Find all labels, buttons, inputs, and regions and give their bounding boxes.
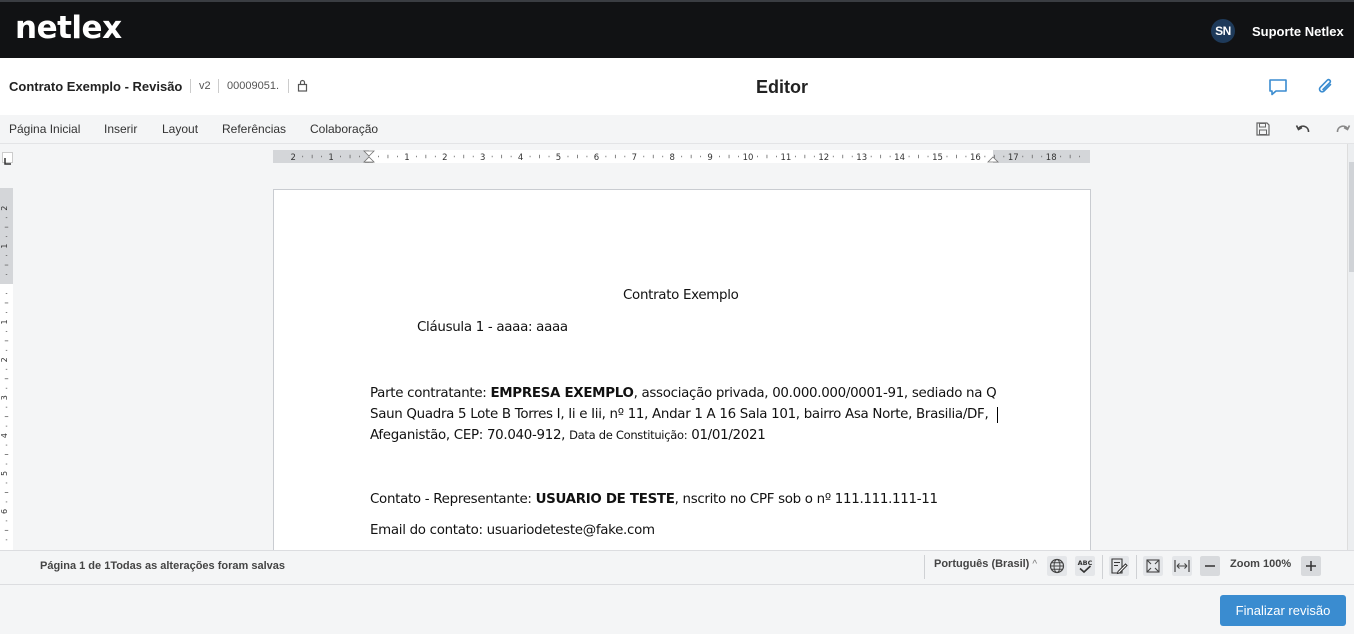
globe-icon[interactable] [1047,556,1067,576]
document-title: Contrato Exemplo - Revisão [9,79,183,94]
ruler-label: 7 [632,153,637,163]
ruler-label: 16 [970,153,981,163]
email-paragraph[interactable]: Email do contato: usuariodeteste@fake.co… [370,523,655,538]
spellcheck-icon[interactable]: ABC [1075,556,1095,576]
save-icon[interactable] [1255,121,1271,137]
ruler-label: 18 [1046,153,1057,163]
editor-canvas: 2 1 1 2 3 4 5 6 7 8 9 10 11 12 13 14 15 16 17 18 21123456 C… [0,144,1354,550]
ruler-label: 3 [480,153,485,163]
party-paragraph-line-1[interactable]: Parte contratante: EMPRESA EXEMPLO, asso… [370,386,997,401]
ruler-label: 15 [932,153,943,163]
divider [288,79,289,93]
ruler-label: 8 [669,153,674,163]
ruler-label: 14 [894,153,905,163]
page-title: Editor [756,77,808,97]
divider [924,555,925,579]
netlex-logo[interactable]: netlex [15,10,122,46]
menu-referencias[interactable]: Referências [222,122,286,136]
ruler-label: 2 [0,206,9,211]
zoom-level: Zoom 100% [1230,558,1292,570]
contact-paragraph[interactable]: Contato - Representante: USUARIO DE TEST… [370,492,938,507]
ruler-label: 1 [0,244,9,249]
menu-pagina-inicial[interactable]: Página Inicial [9,122,80,136]
party-name: EMPRESA EXEMPLO [490,386,634,401]
menu-inserir[interactable]: Inserir [104,122,137,136]
user-avatar[interactable]: SN [1211,19,1235,43]
party-label: Parte contratante: [370,386,491,401]
document-header: Contrato Exemplo - Revisão v2 00009051. … [0,58,1354,115]
document-page[interactable]: Contrato Exemplo Cláusula 1 - aaaa: aaaa… [273,189,1091,550]
party-paragraph-line-3[interactable]: Afeganistão, CEP: 70.040-912, Data de Co… [370,428,766,443]
tab-stop-selector[interactable] [2,152,13,165]
ruler-label: 6 [0,509,9,514]
save-status: Todas as alterações foram salvas [110,560,285,572]
ruler-label: 11 [780,153,791,163]
ruler-label: 9 [707,153,712,163]
contact-label: Contato - Representante: [370,492,536,507]
ruler-label: 2 [290,153,295,163]
zoom-in-icon[interactable] [1301,556,1321,576]
svg-text:ABC: ABC [1078,559,1093,567]
fit-width-icon[interactable] [1172,556,1192,576]
ruler-label: 3 [0,395,9,400]
party-address-end: Afeganistão, CEP: 70.040-912, [370,428,570,443]
top-navbar: netlex SN Suporte Netlex [0,0,1354,58]
undo-icon[interactable] [1295,121,1311,137]
text-cursor [997,407,998,423]
contact-name: USUARIO DE TESTE [535,492,675,507]
finalize-review-button[interactable]: Finalizar revisão [1220,595,1346,626]
divider [218,79,219,93]
party-details: , associação privada, 00.000.000/0001-91… [633,386,997,401]
ruler-label: 1 [328,153,333,163]
lock-icon [297,79,308,92]
divider [1102,555,1103,579]
ruler-label: 2 [0,357,9,362]
track-changes-icon[interactable] [1109,556,1129,576]
paperclip-icon[interactable] [1316,77,1336,97]
contact-details: , nscrito no CPF sob o nº 111.111.111-11 [674,492,938,507]
comments-icon[interactable] [1268,77,1288,97]
menu-colaboracao[interactable]: Colaboração [310,122,378,136]
document-version: v2 [199,80,211,92]
constitution-date: 01/01/2021 [687,428,766,443]
ruler-label: 5 [556,153,561,163]
party-paragraph-line-2[interactable]: Saun Quadra 5 Lote B Torres I, Ii e Iii,… [370,407,989,422]
ruler-label: 5 [0,471,9,476]
divider [1136,555,1137,579]
ruler-label: 2 [442,153,447,163]
footer-bar: Finalizar revisão [0,586,1354,634]
scrollbar-thumb[interactable] [1349,162,1354,272]
page-counter: Página 1 de 1 [40,560,111,572]
vertical-ruler[interactable]: 2 1 1 2 3 4 5 6 [0,188,13,550]
language-selector[interactable]: Português (Brasil) ^ [934,558,1037,570]
ruler-label: 6 [594,153,599,163]
ruler-label: 4 [518,153,523,163]
ribbon-menu: Página Inicial Inserir Layout Referência… [0,115,1354,144]
language-label: Português (Brasil) [934,558,1030,570]
user-name[interactable]: Suporte Netlex [1252,24,1344,39]
menu-layout[interactable]: Layout [162,122,198,136]
clause-1[interactable]: Cláusula 1 - aaaa: aaaa [417,320,568,335]
ruler-label: 1 [404,153,409,163]
zoom-out-icon[interactable] [1200,556,1220,576]
ruler-label: 17 [1008,153,1019,163]
chevron-up-icon: ^ [1032,559,1038,570]
status-text: Página 1 de 1Todas as alterações foram s… [40,560,285,572]
fit-page-icon[interactable] [1143,556,1163,576]
ruler-label: 10 [743,153,754,163]
document-number: 00009051. [227,80,279,92]
tab-stop-left-icon [4,158,11,165]
ruler-label: 4 [0,433,9,438]
divider [190,79,191,93]
status-bar: Página 1 de 1Todas as alterações foram s… [0,550,1354,585]
constitution-date-label: Data de Constituição: [569,428,688,442]
ruler-label: 12 [818,153,829,163]
redo-icon[interactable] [1335,121,1351,137]
ruler-label: 1 [0,319,9,324]
document-heading[interactable]: Contrato Exemplo [623,288,739,303]
ruler-label: 13 [856,153,867,163]
horizontal-ruler[interactable]: 2 1 1 2 3 4 5 6 7 8 9 10 11 12 13 14 15 16 17 18 [273,150,1090,163]
